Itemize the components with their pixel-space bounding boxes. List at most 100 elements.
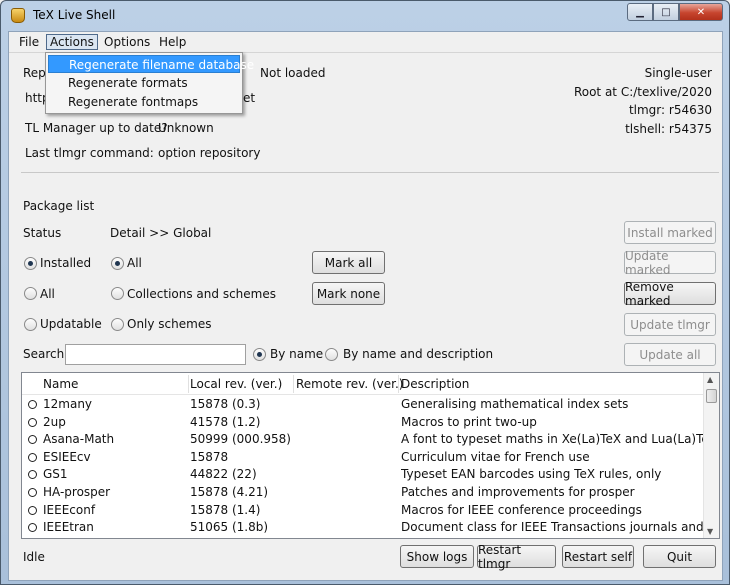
- mark-all-button[interactable]: Mark all: [312, 251, 385, 274]
- table-row[interactable]: 2up 41578 (1.2) Macros to print two-up: [22, 414, 705, 432]
- detail-schemes-radio[interactable]: [111, 318, 124, 331]
- menu-item-regenerate-formats[interactable]: Regenerate formats: [48, 74, 240, 92]
- package-name: 12many: [43, 397, 93, 411]
- app-window: TeX Live Shell ▁ □ ✕ File Actions Option…: [0, 0, 730, 585]
- table-row[interactable]: HA-prosper 15878 (4.21) Patches and impr…: [22, 484, 705, 502]
- package-name: 2up: [43, 414, 66, 429]
- update-marked-button[interactable]: Update marked: [624, 249, 716, 277]
- maximize-button[interactable]: □: [653, 3, 679, 21]
- package-description: Document class for IEEE Transactions jou…: [401, 520, 705, 535]
- detail-collections-label[interactable]: Collections and schemes: [127, 287, 276, 301]
- local-revision: 51065 (1.8b): [190, 520, 269, 535]
- table-row[interactable]: ESIEEcv 15878 Curriculum vitae for Frenc…: [22, 449, 705, 467]
- mark-checkbox[interactable]: [28, 435, 37, 445]
- status-updatable-label[interactable]: Updatable: [40, 317, 102, 331]
- update-all-button[interactable]: Update all: [624, 343, 716, 366]
- menu-help[interactable]: Help: [155, 34, 190, 50]
- install-marked-button[interactable]: Install marked: [624, 221, 716, 244]
- package-name: IEEEtran: [43, 520, 94, 535]
- remove-marked-button[interactable]: Remove marked: [624, 280, 716, 308]
- mark-none-button[interactable]: Mark none: [312, 282, 385, 305]
- detail-collections-radio[interactable]: [111, 287, 124, 300]
- menu-file[interactable]: File: [15, 34, 43, 50]
- local-revision: 15878: [190, 449, 229, 464]
- column-remote-rev[interactable]: Remote rev. (ver.): [296, 377, 403, 391]
- close-window-button[interactable]: ✕: [679, 3, 723, 21]
- column-divider[interactable]: [398, 375, 399, 393]
- detail-all-radio[interactable]: [111, 257, 124, 270]
- table-row[interactable]: IEEEtran 51065 (1.8b) Document class for…: [22, 519, 705, 537]
- search-by-name-radio[interactable]: [253, 348, 266, 361]
- mark-checkbox[interactable]: [28, 452, 37, 462]
- minimize-icon: ▁: [636, 6, 644, 18]
- restart-tlmgr-button[interactable]: Restart tlmgr: [477, 543, 556, 571]
- search-by-name-desc-label[interactable]: By name and description: [343, 347, 493, 361]
- menu-bar: File Actions Options Help: [9, 32, 722, 52]
- package-name: HA-prosper: [43, 485, 111, 499]
- search-by-name-label[interactable]: By name: [270, 347, 323, 361]
- quit-button[interactable]: Quit: [643, 545, 716, 568]
- package-description: Macros to print two-up: [401, 414, 537, 429]
- package-name: GS1: [43, 467, 68, 482]
- status-text: Idle: [23, 550, 45, 564]
- menu-actions[interactable]: Actions: [46, 34, 98, 50]
- texlive-root: Root at C:/texlive/2020: [573, 85, 712, 99]
- column-divider[interactable]: [293, 375, 294, 393]
- mark-checkbox[interactable]: [28, 470, 37, 480]
- search-by-name-desc-radio[interactable]: [325, 348, 338, 361]
- tlshell-revision: tlshell: r54375: [625, 122, 712, 136]
- mark-checkbox[interactable]: [28, 488, 37, 497]
- client-area: File Actions Options Help Rep Not loaded…: [8, 31, 723, 581]
- column-name[interactable]: Name: [43, 377, 78, 391]
- tlmgr-uptodate-label: TL Manager up to date?: [25, 121, 168, 135]
- detail-schemes-label[interactable]: Only schemes: [127, 317, 211, 331]
- menu-options[interactable]: Options: [100, 34, 154, 50]
- local-revision: 15878 (4.21): [190, 485, 269, 499]
- tlmgr-uptodate-value: Unknown: [158, 121, 214, 135]
- package-table[interactable]: Name Local rev. (ver.) Remote rev. (ver.…: [21, 372, 720, 539]
- minimize-button[interactable]: ▁: [627, 3, 653, 21]
- mark-checkbox[interactable]: [28, 523, 37, 533]
- table-row[interactable]: GS1 44822 (22) Typeset EAN barcodes usin…: [22, 466, 705, 484]
- show-logs-button[interactable]: Show logs: [400, 545, 474, 568]
- menu-item-regenerate-filename-db[interactable]: Regenerate filename database: [48, 55, 254, 73]
- column-description[interactable]: Description: [401, 377, 469, 391]
- status-installed-label[interactable]: Installed: [40, 256, 91, 270]
- window-controls: ▁ □ ✕: [627, 3, 723, 21]
- detail-label: Detail >> Global: [110, 226, 212, 240]
- table-row[interactable]: Asana-Math 50999 (000.958) A font to typ…: [22, 431, 705, 449]
- mark-checkbox[interactable]: [28, 400, 37, 409]
- actions-dropdown-menu: Regenerate filename database Regenerate …: [45, 52, 254, 114]
- detail-all-label[interactable]: All: [127, 256, 142, 270]
- status-installed-radio[interactable]: [24, 257, 37, 270]
- table-row[interactable]: IEEEconf 15878 (1.4) Macros for IEEE con…: [22, 502, 705, 520]
- restart-self-button[interactable]: Restart self: [562, 545, 634, 568]
- repository-url-tail: et: [243, 91, 256, 105]
- mark-checkbox[interactable]: [28, 417, 37, 427]
- scroll-up-arrow-icon[interactable]: ▲: [707, 375, 713, 384]
- package-name: IEEEconf: [43, 502, 96, 517]
- status-all-label[interactable]: All: [40, 287, 55, 301]
- package-description: Macros for IEEE conference proceedings: [401, 502, 642, 517]
- mark-checkbox[interactable]: [28, 505, 37, 515]
- package-list-heading: Package list: [23, 199, 95, 213]
- scroll-down-arrow-icon[interactable]: ▼: [707, 527, 713, 536]
- section-divider: [21, 172, 719, 173]
- package-name: Asana-Math: [43, 432, 115, 447]
- title-bar[interactable]: TeX Live Shell ▁ □ ✕: [1, 1, 729, 31]
- table-row[interactable]: 12many 15878 (0.3) Generalising mathemat…: [22, 396, 705, 414]
- local-revision: 41578 (1.2): [190, 414, 261, 429]
- table-scrollbar[interactable]: ▲ ▼: [703, 373, 719, 538]
- status-label: Status: [23, 226, 62, 240]
- column-divider[interactable]: [188, 375, 189, 393]
- update-tlmgr-button[interactable]: Update tlmgr: [624, 313, 716, 336]
- status-all-radio[interactable]: [24, 287, 37, 300]
- search-input[interactable]: [65, 344, 246, 365]
- menu-item-regenerate-fontmaps[interactable]: Regenerate fontmaps: [48, 93, 240, 111]
- scrollbar-thumb[interactable]: [706, 389, 717, 403]
- install-mode: Single-user: [644, 66, 712, 80]
- local-revision: 50999 (000.958): [190, 432, 290, 447]
- column-local-rev[interactable]: Local rev. (ver.): [190, 377, 282, 391]
- status-updatable-radio[interactable]: [24, 318, 37, 331]
- package-description: Curriculum vitae for French use: [401, 449, 590, 464]
